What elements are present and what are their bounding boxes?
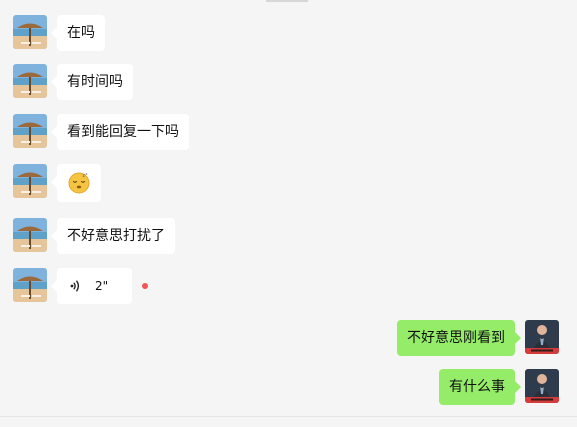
beach-umbrella-avatar[interactable] xyxy=(13,268,47,302)
message-bubble[interactable]: 有时间吗 xyxy=(51,64,133,100)
voice-wave-icon xyxy=(70,280,80,292)
sleeping-face-icon: z z xyxy=(68,171,90,194)
emoji-message-bubble[interactable]: z z xyxy=(51,164,101,202)
message-bubble[interactable]: 不好意思打扰了 xyxy=(51,218,175,254)
beach-umbrella-avatar[interactable] xyxy=(13,218,47,252)
message-row-incoming: 看到能回复一下吗 xyxy=(13,114,189,150)
voice-message-bubble[interactable]: 2" xyxy=(51,268,132,304)
svg-text:z: z xyxy=(86,171,88,176)
beach-umbrella-avatar[interactable] xyxy=(13,15,47,49)
message-row-incoming: z z xyxy=(13,164,101,202)
message-row-incoming: 在吗 xyxy=(13,15,105,51)
unread-dot xyxy=(142,283,148,289)
bottom-divider xyxy=(0,416,577,417)
man-in-suit-avatar[interactable] xyxy=(525,320,559,354)
message-bubble[interactable]: 看到能回复一下吗 xyxy=(51,114,189,150)
beach-umbrella-avatar[interactable] xyxy=(13,64,47,98)
man-in-suit-avatar[interactable] xyxy=(525,369,559,403)
voice-duration: 2" xyxy=(95,279,109,293)
beach-umbrella-avatar[interactable] xyxy=(13,114,47,148)
message-bubble[interactable]: 有什么事 xyxy=(439,369,521,405)
message-bubble[interactable]: 不好意思刚看到 xyxy=(397,320,521,356)
message-row-incoming: 有时间吗 xyxy=(13,64,133,100)
top-tab-indicator xyxy=(266,0,308,2)
message-row-outgoing: 有什么事 xyxy=(439,369,559,405)
message-row-outgoing: 不好意思刚看到 xyxy=(397,320,559,356)
message-row-incoming: 2" xyxy=(13,268,148,304)
message-row-incoming: 不好意思打扰了 xyxy=(13,218,175,254)
beach-umbrella-avatar[interactable] xyxy=(13,164,47,198)
message-bubble[interactable]: 在吗 xyxy=(51,15,105,51)
